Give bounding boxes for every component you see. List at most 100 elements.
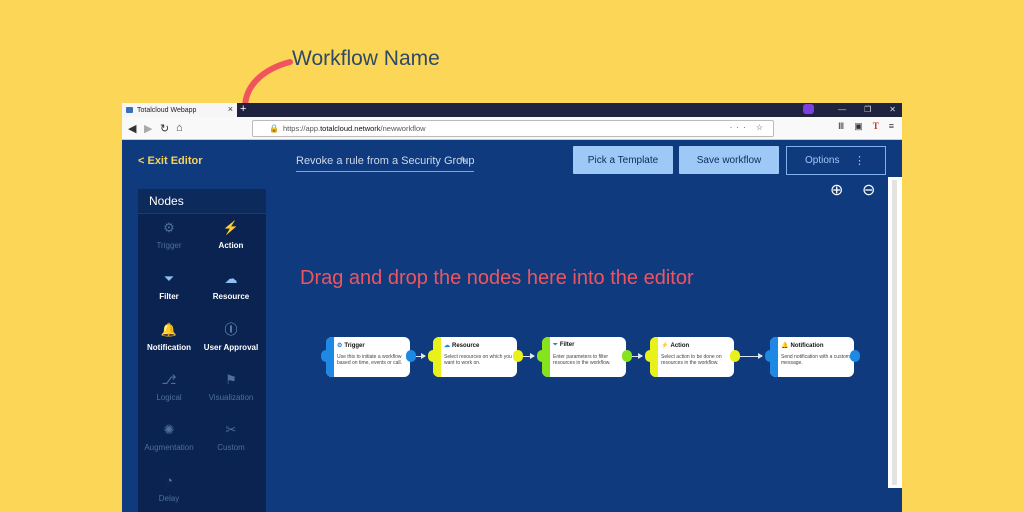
workflow-name-annotation: Workflow Name — [292, 47, 440, 70]
workflow-node[interactable]: ☁ Resource Select resources on which you w… — [433, 337, 517, 377]
workflow-node-title: ⚙ Trigger — [337, 342, 365, 349]
kebab-menu-icon: ⋮ — [854, 155, 865, 167]
window-controls: — ❐ ✕ — [803, 104, 896, 114]
workflow-node-title: ⚡ Action — [661, 342, 689, 349]
maximize-button[interactable]: ❐ — [864, 105, 871, 114]
close-window-button[interactable]: ✕ — [889, 105, 896, 114]
home-icon[interactable]: ⌂ — [176, 122, 183, 134]
toolbar-right: Ⅲ ▣ T ≡ — [838, 121, 894, 132]
minimize-button[interactable]: — — [838, 105, 846, 114]
node-palette-item[interactable]: ✂ Custom — [200, 421, 262, 452]
workflow-node-title-text: Notification — [790, 343, 824, 349]
workflow-node-title: ☁ Resource — [444, 342, 479, 349]
extension-t-icon[interactable]: T — [873, 121, 879, 132]
workflow-node[interactable]: ⚙ Trigger Use this to initiate a workflow … — [326, 337, 410, 377]
url-domain: totalcloud.network — [320, 124, 381, 133]
node-color-bar — [650, 337, 658, 377]
bell-icon: 🔔 — [781, 343, 789, 349]
workflow-node[interactable]: ⏷ Filter Enter parameters to filter resour… — [542, 337, 626, 377]
resource-icon: ☁ — [444, 343, 450, 349]
node-palette-label: Augmentation — [144, 443, 194, 452]
drop-hint-annotation: Drag and drop the nodes here into the ed… — [300, 267, 694, 289]
library-icon[interactable]: Ⅲ — [838, 121, 844, 132]
workflow-node[interactable]: 🔔 Notification Send notification with a cu… — [770, 337, 854, 377]
nodes-panel-title: Nodes — [138, 189, 266, 214]
node-palette-item[interactable]: 🔔 Notification — [138, 321, 200, 352]
zoom-out-icon[interactable]: ⊖ — [862, 180, 875, 200]
augmentation-icon: ✺ — [163, 422, 175, 437]
node-color-bar — [433, 337, 441, 377]
bell-icon: 🔔 — [160, 322, 178, 337]
forward-arrow-icon[interactable]: ▶ — [144, 122, 152, 135]
workflow-node[interactable]: ⚡ Action Select action to be done on resou… — [650, 337, 734, 377]
save-workflow-button[interactable]: Save workflow — [679, 146, 779, 174]
node-palette-item[interactable]: ⚑ Visualization — [200, 371, 262, 402]
url-prefix: https://app. — [282, 124, 321, 133]
reload-icon[interactable]: ↻ — [160, 122, 169, 135]
tab-close-icon[interactable]: × — [228, 104, 233, 114]
url-actions-icon[interactable]: ··· ☆ — [730, 123, 767, 132]
back-arrow-icon[interactable]: ◀ — [128, 122, 136, 135]
node-palette-item[interactable]: ⚡ Action — [200, 219, 262, 250]
node-connector-arrow — [632, 353, 643, 359]
node-connector-arrow — [740, 353, 763, 359]
tab-title: Totalcloud Webapp — [137, 106, 197, 114]
workflow-node-description: Enter parameters to filter resources in … — [553, 354, 611, 366]
node-palette-label: Logical — [156, 393, 182, 402]
hamburger-menu-icon[interactable]: ≡ — [889, 121, 894, 132]
url-bar[interactable]: 🔒 https://app. totalcloud.network/newwork… — [252, 120, 774, 137]
node-palette-label: Filter — [159, 292, 179, 301]
nodes-panel: Nodes ⚙ Trigger ⚡ Action ⏷ Filter ☁ Resource 🔔 No… — [138, 189, 266, 512]
node-palette-item[interactable]: ⎇ Logical — [138, 371, 200, 402]
workflow-node-title-text: Action — [670, 343, 690, 349]
workflow-node-title: ⏷ Filter — [553, 342, 574, 349]
node-palette-item[interactable]: ⏷ Filter — [138, 270, 200, 301]
workflow-node-title-text: Filter — [559, 342, 575, 348]
node-palette-item[interactable]: ☁ Resource — [200, 270, 262, 301]
workflow-node-title-text: Trigger — [344, 343, 365, 349]
exit-editor-link[interactable]: < Exit Editor — [138, 155, 203, 167]
trigger-icon: ⚙ — [163, 220, 175, 235]
output-port[interactable] — [622, 350, 632, 362]
output-port[interactable] — [406, 350, 416, 362]
visualization-icon: ⚑ — [225, 372, 237, 387]
favicon-icon — [126, 107, 133, 113]
browser-tab[interactable]: Totalcloud Webapp × — [122, 103, 237, 117]
node-connector-arrow — [416, 353, 426, 359]
output-port[interactable] — [730, 350, 740, 362]
user-approval-icon: Ⓘ — [224, 322, 238, 337]
workflow-node-description: Send notification with a custom message. — [781, 354, 850, 366]
workflow-node-description: Select resources on which you want to wo… — [444, 354, 512, 366]
pencil-icon[interactable]: ✎ — [460, 155, 468, 166]
node-connector-arrow — [523, 353, 535, 359]
filter-icon: ⏷ — [553, 342, 558, 348]
node-palette-item[interactable]: Ⓘ User Approval — [200, 321, 262, 352]
logical-icon: ⎇ — [161, 372, 177, 387]
node-palette-item[interactable]: ⚙ Trigger — [138, 219, 200, 250]
node-palette-item[interactable]: ◔ Delay — [138, 472, 200, 503]
node-palette-label: Visualization — [208, 393, 254, 402]
new-tab-button[interactable]: + — [240, 103, 246, 115]
resource-icon: ☁ — [224, 271, 238, 286]
private-mask-icon — [803, 104, 815, 114]
lock-icon: 🔒 — [269, 124, 279, 133]
vertical-scrollbar[interactable] — [888, 177, 902, 488]
workflow-node-description: Use this to initiate a workflow based on… — [337, 354, 403, 366]
workflow-name-input[interactable] — [296, 151, 474, 172]
zoom-in-icon[interactable]: ⊕ — [830, 180, 843, 200]
output-port[interactable] — [850, 350, 860, 362]
node-palette-item[interactable]: ✺ Augmentation — [138, 421, 200, 452]
clock-icon: ◔ — [165, 473, 173, 488]
workflow-node-title-text: Resource — [452, 343, 480, 349]
node-palette-label: Custom — [217, 443, 245, 452]
scrollbar-thumb[interactable] — [892, 180, 897, 485]
tab-bar: Totalcloud Webapp × + — ❐ ✕ — [122, 103, 902, 117]
options-button[interactable]: Options ⋮ — [786, 146, 886, 175]
node-palette-label: Resource — [212, 292, 250, 301]
sidebar-icon[interactable]: ▣ — [854, 121, 863, 132]
pick-template-button[interactable]: Pick a Template — [573, 146, 673, 174]
lightning-icon: ⚡ — [661, 343, 669, 349]
node-color-bar — [770, 337, 778, 377]
browser-window: Totalcloud Webapp × + — ❐ ✕ ◀ ▶ ↻ ⌂ 🔒 ht… — [122, 103, 902, 512]
output-port[interactable] — [513, 350, 523, 362]
